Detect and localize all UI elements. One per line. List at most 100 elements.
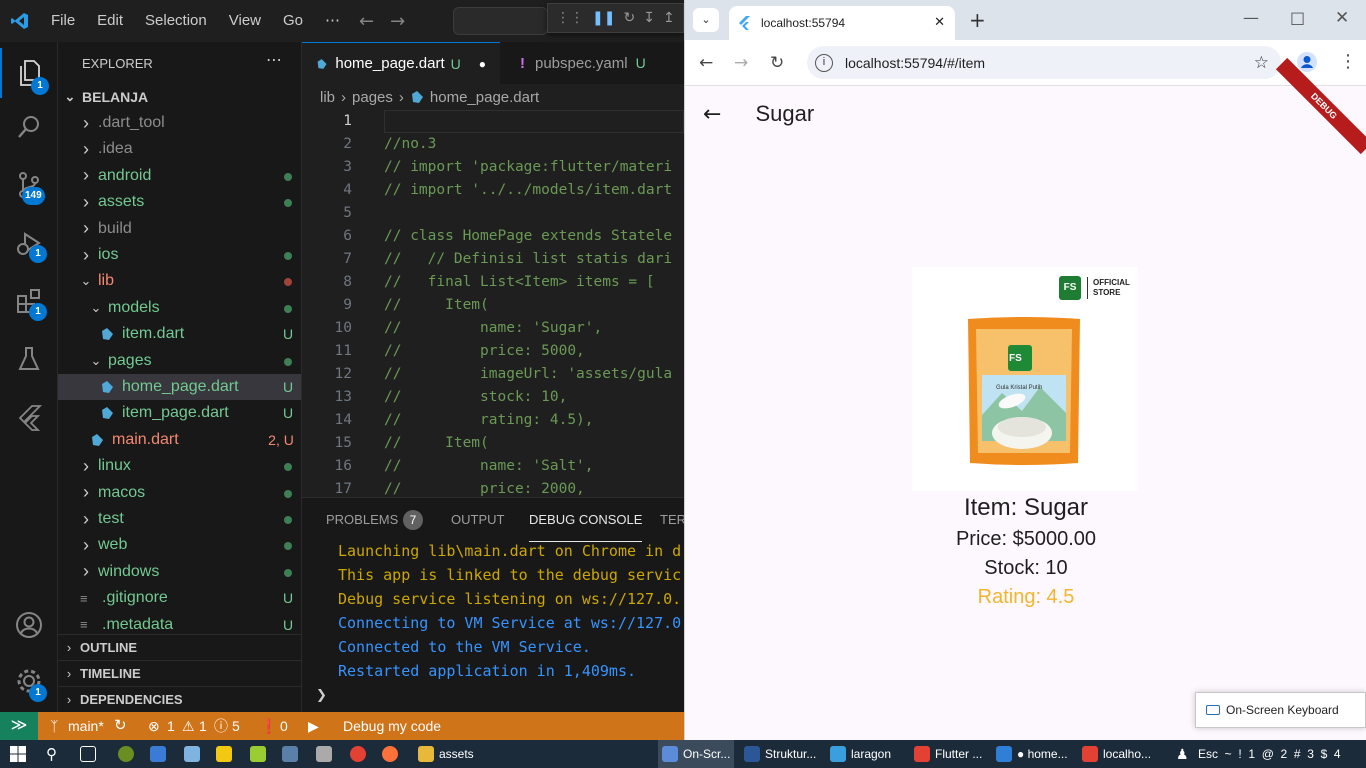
- code-line[interactable]: 11 // price: 5000,: [302, 340, 684, 363]
- code-line[interactable]: 10 // name: 'Sugar',: [302, 317, 684, 340]
- taskbar-app-1[interactable]: assets: [418, 740, 474, 768]
- maximize-button[interactable]: □: [1290, 8, 1305, 27]
- app-back-arrow-icon[interactable]: ←: [703, 102, 721, 127]
- back-icon[interactable]: ←: [699, 53, 713, 73]
- browser-tab[interactable]: localhost:55794 ✕: [729, 6, 955, 40]
- tree-item-android[interactable]: › android: [58, 163, 301, 189]
- workspace-root[interactable]: ⌄ BELANJA: [58, 84, 301, 110]
- pinned-app-icon[interactable]: [150, 740, 166, 768]
- debug-config[interactable]: Debug my code: [343, 712, 441, 740]
- code-line[interactable]: 15 // Item(: [302, 432, 684, 455]
- tree-item-home-page-dart[interactable]: home_page.dart U: [58, 374, 301, 400]
- code-line[interactable]: 4 // import '../../models/item.dart: [302, 179, 684, 202]
- tree-item-item-page-dart[interactable]: item_page.dart U: [58, 400, 301, 426]
- tab-debug-console[interactable]: DEBUG CONSOLE: [529, 498, 643, 542]
- menu-view[interactable]: View: [218, 0, 272, 42]
- code-line[interactable]: 16 // name: 'Salt',: [302, 455, 684, 478]
- menu-edit[interactable]: Edit: [86, 0, 134, 42]
- git-branch[interactable]: main*: [68, 712, 104, 740]
- pinned-app-icon[interactable]: [316, 740, 332, 768]
- extensions-activity[interactable]: 1: [0, 276, 58, 326]
- reload-icon[interactable]: ↻: [770, 53, 784, 73]
- chrome-menu-icon[interactable]: ⋮: [1339, 51, 1357, 72]
- minimize-button[interactable]: —: [1243, 8, 1259, 27]
- code-line[interactable]: 14 // rating: 4.5),: [302, 409, 684, 432]
- code-line[interactable]: 6 // class HomePage extends Statele: [302, 225, 684, 248]
- unsaved-dot-icon[interactable]: ●: [479, 57, 486, 71]
- back-arrow-icon[interactable]: ←: [351, 11, 382, 32]
- warnings-count[interactable]: 1: [199, 712, 207, 740]
- debug-activity[interactable]: 1: [0, 218, 58, 268]
- breadcrumb-pages[interactable]: pages: [352, 89, 393, 106]
- code-line[interactable]: 12 // imageUrl: 'assets/gula: [302, 363, 684, 386]
- testing-activity[interactable]: [0, 334, 58, 384]
- pinned-app-icon[interactable]: [216, 740, 232, 768]
- address-bar[interactable]: i localhost:55794/#/item ☆: [807, 46, 1281, 79]
- explorer-activity[interactable]: 1: [0, 48, 58, 98]
- step-over-icon[interactable]: ↻: [623, 10, 635, 26]
- tree-item-macos[interactable]: › macos: [58, 480, 301, 506]
- ports-count[interactable]: 0: [280, 712, 288, 740]
- code-line[interactable]: 1: [302, 110, 684, 133]
- breadcrumb-lib[interactable]: lib: [320, 89, 335, 106]
- code-line[interactable]: 3 // import 'package:flutter/materi: [302, 156, 684, 179]
- tree-item-ios[interactable]: › ios: [58, 242, 301, 268]
- people-icon[interactable]: ♟: [1176, 740, 1189, 768]
- forward-arrow-icon[interactable]: →: [382, 11, 413, 32]
- task-view-icon[interactable]: [80, 740, 96, 768]
- forward-icon[interactable]: →: [734, 53, 748, 73]
- close-tab-icon[interactable]: ✕: [934, 14, 945, 30]
- console-prompt-icon[interactable]: ❯: [316, 688, 327, 703]
- sync-icon[interactable]: ↻: [114, 712, 127, 740]
- code-line[interactable]: 13 // stock: 10,: [302, 386, 684, 409]
- info-count[interactable]: 5: [232, 712, 240, 740]
- step-out-icon[interactable]: ↥: [663, 10, 675, 26]
- tree-item-web[interactable]: › web: [58, 532, 301, 558]
- tree-item-pages[interactable]: ⌄ pages: [58, 348, 301, 374]
- menu-file[interactable]: File: [40, 0, 86, 42]
- pinned-app-icon[interactable]: [184, 740, 200, 768]
- tab-search-button[interactable]: ⌄: [693, 8, 719, 32]
- pinned-app-icon[interactable]: [282, 740, 298, 768]
- code-line[interactable]: 8 // final List<Item> items = [: [302, 271, 684, 294]
- tree-item-linux[interactable]: › linux: [58, 453, 301, 479]
- search-activity[interactable]: [0, 102, 58, 152]
- code-line[interactable]: 2 //no.3: [302, 133, 684, 156]
- tree-item-windows[interactable]: › windows: [58, 559, 301, 585]
- step-into-icon[interactable]: ↧: [643, 10, 655, 26]
- taskbar-app-3[interactable]: Struktur...: [744, 740, 816, 768]
- source-control-activity[interactable]: 149: [0, 160, 58, 210]
- accounts-activity[interactable]: [0, 600, 58, 650]
- tree-item-assets[interactable]: › assets: [58, 189, 301, 215]
- outline-section[interactable]: › OUTLINE: [58, 634, 301, 660]
- taskbar-app-2[interactable]: On-Scr...: [658, 740, 735, 768]
- tree-item-idea[interactable]: › .idea: [58, 136, 301, 162]
- system-tray[interactable]: Esc ~ ! 1 @ 2 # 3 $ 4: [1198, 740, 1341, 768]
- code-line[interactable]: 5: [302, 202, 684, 225]
- tree-item-gitignore[interactable]: ≡ .gitignore U: [58, 585, 301, 611]
- taskbar-app-6[interactable]: ● home...: [996, 740, 1068, 768]
- tree-item-main-dart[interactable]: main.dart 2, U: [58, 427, 301, 453]
- pinned-app-icon[interactable]: [118, 740, 134, 768]
- taskbar-app-5[interactable]: Flutter ...: [914, 740, 982, 768]
- tree-item-test[interactable]: › test: [58, 506, 301, 532]
- tree-item-lib[interactable]: ⌄ lib: [58, 268, 301, 294]
- menu-more[interactable]: ⋯: [314, 0, 351, 42]
- tree-item-dart-tool[interactable]: › .dart_tool: [58, 110, 301, 136]
- search-taskbar-icon[interactable]: ⚲: [46, 740, 57, 768]
- taskbar-app-4[interactable]: laragon: [830, 740, 891, 768]
- firefox-pinned-icon[interactable]: [382, 740, 398, 768]
- new-tab-button[interactable]: +: [969, 8, 986, 32]
- tree-item-models[interactable]: ⌄ models: [58, 295, 301, 321]
- tab-pubspec[interactable]: ! pubspec.yaml U: [500, 42, 660, 84]
- menu-selection[interactable]: Selection: [134, 0, 218, 42]
- pinned-app-icon[interactable]: [250, 740, 266, 768]
- chrome-pinned-icon[interactable]: [350, 740, 366, 768]
- breadcrumb-file[interactable]: home_page.dart: [430, 89, 539, 106]
- tab-output[interactable]: OUTPUT: [451, 498, 504, 542]
- pause-icon[interactable]: ❚❚: [592, 10, 615, 26]
- manage-activity[interactable]: 1: [0, 656, 58, 706]
- close-window-button[interactable]: ✕: [1335, 8, 1349, 28]
- drag-handle-icon[interactable]: ⋮⋮: [556, 10, 584, 26]
- errors-count[interactable]: 1: [167, 712, 175, 740]
